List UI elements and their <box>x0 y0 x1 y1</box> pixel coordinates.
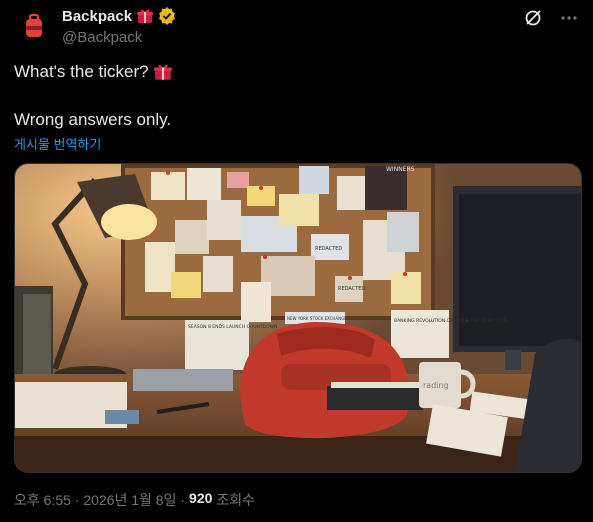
top-actions <box>523 8 579 28</box>
verified-badge-icon <box>159 7 176 25</box>
redacted-note-1: REDACTED <box>315 246 342 252</box>
gift-icon <box>137 9 154 23</box>
calendar-title: SEASON 8 ENDS LAUNCH COUNTDOWN <box>188 324 277 330</box>
tweet-text-line-2: Wrong answers only. <box>14 110 172 129</box>
nyse-note: NEW YORK STOCK EXCHANGE <box>287 316 347 321</box>
more-icon <box>561 16 577 20</box>
mug-label: rading <box>423 381 449 390</box>
grok-button[interactable] <box>523 8 543 28</box>
tweet-text-question: What's the ticker? <box>14 62 149 81</box>
author-block: Backpack @Backpack <box>62 6 176 46</box>
banking-note: BANKING REVOLUTION CRYPTO ▶ FIAT ZERO FE… <box>394 318 507 324</box>
translate-post-link[interactable]: 게시물 번역하기 <box>14 134 101 153</box>
tweet-image[interactable]: WINNERS REDACTED REDACTED SEASON 8 ENDS … <box>14 163 582 473</box>
grok-icon <box>525 10 541 26</box>
redacted-note-2: REDACTED <box>338 286 365 292</box>
author-display-name[interactable]: Backpack <box>62 8 132 25</box>
more-options-button[interactable] <box>559 8 579 28</box>
tweet-text-line-1: What's the ticker? <box>14 62 173 82</box>
winners-note: WINNERS <box>386 166 415 173</box>
timestamp[interactable]: 오후 6:55 · 2026년 1월 8일 · <box>14 490 185 510</box>
gift-icon <box>153 64 172 80</box>
avatar[interactable] <box>14 6 54 46</box>
tweet-footer: 오후 6:55 · 2026년 1월 8일 · 920 조회수 <box>14 490 255 510</box>
views-label: 조회수 <box>216 492 256 508</box>
desk-illustration: WINNERS REDACTED REDACTED SEASON 8 ENDS … <box>15 164 581 472</box>
author-handle[interactable]: @Backpack <box>62 29 176 46</box>
views-count: 920 <box>189 490 213 506</box>
backpack-logo-icon <box>26 13 42 37</box>
